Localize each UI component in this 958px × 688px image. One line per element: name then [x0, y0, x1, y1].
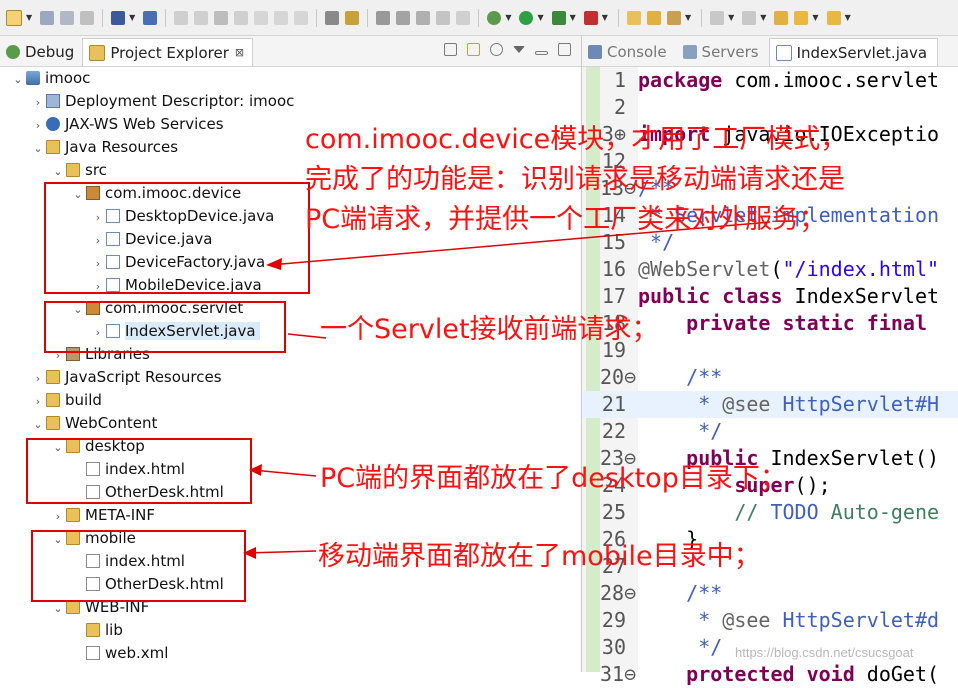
device-note-line-3: PC端请求，并提供一个工厂类来对外服务；	[305, 204, 827, 235]
device-note-line-2: 完成了的功能是：识别请求是移动端请求还是	[305, 164, 845, 195]
mobile-arrowhead	[243, 547, 256, 559]
device-note-line-1: com.imooc.device模块，才用了工厂模式，	[305, 124, 848, 155]
device-arrowhead	[266, 258, 282, 270]
desktop-arrowhead	[249, 464, 262, 476]
watermark: https://blog.csdn.net/csucsgoat	[735, 645, 914, 660]
mobile-arrow	[246, 550, 317, 554]
desktop-arrow	[252, 469, 317, 477]
servlet-note: 一个Servlet接收前端请求；	[320, 314, 659, 345]
desktop-note: PC端的界面都放在了desktop目录下；	[320, 463, 787, 494]
mobile-note: 移动端界面都放在了mobile目录中；	[318, 541, 761, 572]
